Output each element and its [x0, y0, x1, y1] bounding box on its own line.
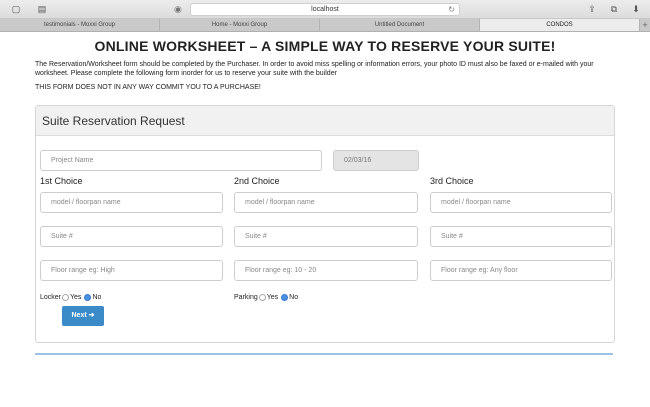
first-floor-input[interactable]: Floor range eg: High [40, 260, 223, 281]
second-floor-input[interactable]: Floor range eg: 10 - 20 [234, 260, 418, 281]
address-bar[interactable]: localhost ↻ [190, 3, 460, 16]
parking-group: Parking Yes No [234, 294, 298, 301]
tabs-overview-icon[interactable]: ⧉ [606, 3, 622, 15]
locker-no-radio[interactable] [84, 294, 92, 301]
page-content: ONLINE WORKSHEET – A SIMPLE WAY TO RESER… [0, 38, 650, 355]
page-title: ONLINE WORKSHEET – A SIMPLE WAY TO RESER… [94, 38, 556, 54]
parking-yes-label: Yes [266, 294, 279, 301]
date-field[interactable]: 02/03/16 [333, 150, 419, 171]
locker-yes-label: Yes [70, 294, 82, 301]
second-suite-input[interactable]: Suite # [234, 226, 418, 247]
second-model-input[interactable]: model / floorpan name [234, 192, 418, 213]
tab-testimonials[interactable]: testimonials - Moxxi Group [0, 19, 160, 31]
parking-yes-radio[interactable] [258, 294, 266, 301]
tab-untitled-document[interactable]: Untitled Document [320, 19, 480, 31]
third-floor-input[interactable]: Floor range eg: Any floor [430, 260, 612, 281]
divider [35, 353, 613, 355]
tab-condos[interactable]: CONDOS [480, 19, 640, 31]
locker-no-label: No [92, 294, 102, 301]
first-suite-input[interactable]: Suite # [40, 226, 223, 247]
locker-group: Locker Yes No [40, 294, 101, 301]
third-choice-label: 3rd Choice [430, 176, 474, 186]
notice-text: THIS FORM DOES NOT IN ANY WAY COMMIT YOU… [35, 84, 261, 91]
tab-bar: testimonials - Moxxi Group Home - Moxxi … [0, 19, 650, 32]
reservation-panel: Suite Reservation Request Project Name 0… [35, 105, 615, 343]
parking-no-radio[interactable] [281, 294, 289, 301]
next-button[interactable]: Next ➔ [62, 306, 104, 326]
locker-yes-radio[interactable] [62, 294, 70, 301]
first-model-input[interactable]: model / floorpan name [40, 192, 223, 213]
share-icon[interactable]: ⇪ [584, 3, 600, 15]
intro-text: The Reservation/Worksheet form should be… [35, 61, 594, 77]
first-choice-label: 1st Choice [40, 176, 83, 186]
sidebar-icon[interactable]: ▤ [34, 3, 50, 15]
parking-no-label: No [289, 294, 299, 301]
third-suite-input[interactable]: Suite # [430, 226, 612, 247]
panel-heading: Suite Reservation Request [36, 106, 614, 136]
privacy-shield-icon[interactable]: ◉ [174, 3, 186, 15]
project-name-input[interactable]: Project Name [40, 150, 322, 171]
locker-label: Locker [40, 294, 62, 301]
reload-icon[interactable]: ↻ [448, 4, 455, 16]
third-model-input[interactable]: model / floorpan name [430, 192, 612, 213]
browser-toolbar: ▢ ▤ ◉ localhost ↻ ⇪ ⧉ ⬇ [0, 0, 650, 19]
url-text: localhost [311, 6, 339, 13]
parking-label: Parking [234, 294, 258, 301]
new-tab-icon[interactable]: + [640, 19, 650, 31]
window-controls-icon[interactable]: ▢ [8, 3, 24, 15]
download-icon[interactable]: ⬇ [628, 3, 644, 15]
tab-home[interactable]: Home - Moxxi Group [160, 19, 320, 31]
second-choice-label: 2nd Choice [234, 176, 280, 186]
